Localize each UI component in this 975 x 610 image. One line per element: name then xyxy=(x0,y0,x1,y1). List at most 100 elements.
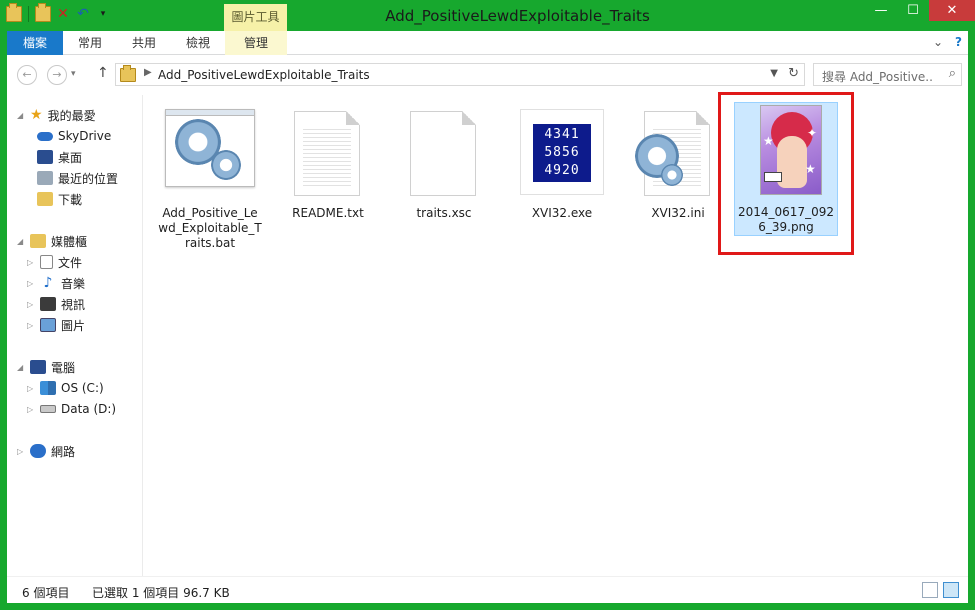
back-button[interactable]: ← xyxy=(17,65,37,85)
cloud-icon xyxy=(37,131,53,141)
nav-network[interactable]: ▷ 網路 xyxy=(17,441,75,461)
nav-label: Data (D:) xyxy=(61,402,117,416)
expand-icon[interactable]: ▷ xyxy=(27,405,35,414)
nav-label: 圖片 xyxy=(61,318,86,333)
expand-icon[interactable]: ▷ xyxy=(27,384,35,393)
drive-icon xyxy=(40,405,56,413)
hex-row: 4341 xyxy=(544,127,580,142)
batch-gear-icon xyxy=(163,104,257,200)
hex-row: 4920 xyxy=(544,163,580,178)
address-history-icon[interactable]: ▼ xyxy=(770,68,778,79)
nav-documents[interactable]: ▷ 文件 xyxy=(27,252,82,272)
undo-icon[interactable]: ↶ xyxy=(75,6,91,22)
status-bar: 6 個項目 已選取 1 個項目 96.7 KB xyxy=(7,576,968,603)
selection-info: 已選取 1 個項目 96.7 KB xyxy=(92,586,230,600)
search-input[interactable]: 搜尋 Add_Positive... ⌕ xyxy=(813,63,962,86)
properties-icon[interactable] xyxy=(35,3,51,22)
explorer-window: ✕ ↶ ▾ 圖片工具 Add_PositiveLewdExploitable_T… xyxy=(0,0,975,610)
tab-share[interactable]: 共用 xyxy=(117,31,171,55)
expand-icon[interactable]: ▷ xyxy=(17,447,25,456)
downloads-folder-icon xyxy=(37,192,53,206)
tab-file[interactable]: 檔案 xyxy=(7,31,63,55)
main-area: ◢ ★ 我的最愛 SkyDrive 桌面 最近的位置 下載 ◢ 媒體櫃 ▷ 文件… xyxy=(7,92,968,576)
windows-drive-icon xyxy=(40,381,56,395)
file-item[interactable]: Add_Positive_Lewd_Exploitable_Traits.bat xyxy=(158,104,262,251)
file-name: README.txt xyxy=(292,206,364,220)
details-view-icon[interactable] xyxy=(922,582,938,598)
nav-music[interactable]: ▷ ♪ 音樂 xyxy=(27,273,85,293)
nav-label: 網路 xyxy=(51,444,76,459)
close-button[interactable]: ✕ xyxy=(929,0,975,21)
ribbon-right-controls: ⌄ ? xyxy=(933,35,962,49)
breadcrumb-chevron-icon[interactable]: ▶ xyxy=(144,67,152,78)
forward-button[interactable]: → xyxy=(47,65,67,85)
ribbon-tabs: 檔案 常用 共用 檢視 管理 ⌄ ? xyxy=(7,31,968,55)
document-icon xyxy=(40,255,53,269)
collapse-icon[interactable]: ◢ xyxy=(17,237,25,246)
nav-pictures[interactable]: ▷ 圖片 xyxy=(27,315,85,335)
minimize-button[interactable]: — xyxy=(865,0,897,21)
tab-home[interactable]: 常用 xyxy=(63,31,117,55)
nav-drive-c[interactable]: ▷ OS (C:) xyxy=(27,378,104,398)
nav-label: 最近的位置 xyxy=(58,171,119,186)
file-item[interactable]: XVI32.ini xyxy=(626,104,730,221)
nav-recent-places[interactable]: 最近的位置 xyxy=(37,168,118,188)
expand-icon[interactable]: ▷ xyxy=(27,321,35,330)
nav-libraries[interactable]: ◢ 媒體櫃 xyxy=(17,231,87,251)
file-name: Add_Positive_Lewd_Exploitable_Traits.bat xyxy=(158,206,262,250)
hex-editor-icon: 4341 5856 4920 xyxy=(515,104,609,200)
nav-skydrive[interactable]: SkyDrive xyxy=(37,126,111,146)
refresh-icon[interactable]: ↻ xyxy=(788,66,799,81)
nav-computer[interactable]: ◢ 電腦 xyxy=(17,357,75,377)
music-icon: ♪ xyxy=(43,275,53,291)
nav-label: OS (C:) xyxy=(61,381,104,395)
maximize-button[interactable]: ☐ xyxy=(897,0,929,21)
large-icons-view-icon[interactable] xyxy=(943,582,959,598)
search-placeholder: 搜尋 Add_Positive... xyxy=(822,70,934,84)
navigation-pane: ◢ ★ 我的最愛 SkyDrive 桌面 最近的位置 下載 ◢ 媒體櫃 ▷ 文件… xyxy=(7,95,143,576)
pictures-icon xyxy=(40,318,56,332)
nav-label: 媒體櫃 xyxy=(51,234,88,249)
expand-icon[interactable]: ▷ xyxy=(27,279,35,288)
tab-view[interactable]: 檢視 xyxy=(171,31,225,55)
address-bar[interactable]: ▶ Add_PositiveLewdExploitable_Traits ▼ ↻ xyxy=(115,63,805,86)
up-button[interactable]: ↑ xyxy=(97,65,109,81)
nav-videos[interactable]: ▷ 視訊 xyxy=(27,294,85,314)
breadcrumb-path[interactable]: Add_PositiveLewdExploitable_Traits xyxy=(158,68,370,82)
file-item[interactable]: README.txt xyxy=(276,104,380,221)
recent-locations-icon[interactable]: ▾ xyxy=(71,69,76,79)
tab-manage[interactable]: 管理 xyxy=(225,31,287,55)
hex-row: 5856 xyxy=(544,145,580,160)
expand-icon[interactable]: ▷ xyxy=(27,258,35,267)
nav-label: 電腦 xyxy=(51,360,76,375)
star-icon: ★ xyxy=(30,107,43,123)
quick-access-toolbar: ✕ ↶ ▾ xyxy=(6,3,111,22)
nav-label: 我的最愛 xyxy=(47,108,96,123)
recent-places-icon xyxy=(37,171,53,185)
toolbar-divider xyxy=(28,6,29,22)
search-icon[interactable]: ⌕ xyxy=(949,66,956,81)
customize-qat-icon[interactable]: ▾ xyxy=(95,6,111,22)
collapse-icon[interactable]: ◢ xyxy=(17,111,25,120)
file-item[interactable]: traits.xsc xyxy=(392,104,496,221)
nav-favorites[interactable]: ◢ ★ 我的最愛 xyxy=(17,105,96,125)
settings-document-icon xyxy=(631,104,725,200)
file-name: XVI32.ini xyxy=(651,206,705,220)
file-item[interactable]: 4341 5856 4920 XVI32.exe xyxy=(510,104,614,221)
nav-label: 桌面 xyxy=(58,150,83,165)
blank-document-icon xyxy=(397,104,491,200)
folder-icon xyxy=(120,65,136,82)
file-name: traits.xsc xyxy=(416,206,472,220)
collapse-icon[interactable]: ◢ xyxy=(17,363,25,372)
nav-desktop[interactable]: 桌面 xyxy=(37,147,82,167)
nav-drive-d[interactable]: ▷ Data (D:) xyxy=(27,399,116,419)
delete-icon[interactable]: ✕ xyxy=(55,6,71,22)
window-controls: — ☐ ✕ xyxy=(865,0,975,21)
expand-icon[interactable]: ▷ xyxy=(27,300,35,309)
text-document-icon xyxy=(281,104,375,200)
nav-label: 視訊 xyxy=(61,297,86,312)
help-icon[interactable]: ? xyxy=(955,35,962,49)
address-row: ← → ▾ ↑ ▶ Add_PositiveLewdExploitable_Tr… xyxy=(7,55,968,95)
expand-ribbon-icon[interactable]: ⌄ xyxy=(933,35,943,49)
nav-downloads[interactable]: 下載 xyxy=(37,189,82,209)
